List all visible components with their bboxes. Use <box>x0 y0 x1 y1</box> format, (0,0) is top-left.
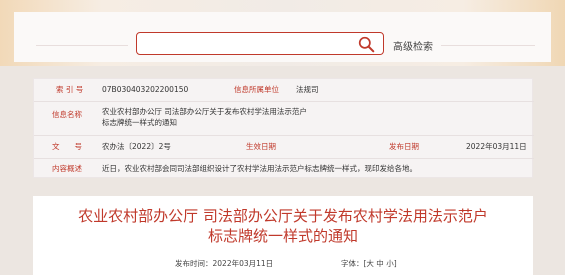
article-panel: 农业农村部办公厅 司法部办公厅关于发布农村学法用法示范户 标志牌统一样式的通知 … <box>33 196 533 275</box>
name-value-line2: 标志牌统一样式的通知 <box>102 118 177 127</box>
publish-time: 发布时间：2022年03月11日 <box>175 259 274 268</box>
article-title-line1: 农业农村部办公厅 司法部办公厅关于发布农村学法用法示范户 <box>78 207 488 225</box>
owner-value: 法规司 <box>296 85 319 94</box>
article-title-line2: 标志牌统一样式的通知 <box>207 227 358 245</box>
meta-row-index: 索 引 号 07B030403202200150 信息所属单位 法规司 <box>34 79 534 101</box>
index-value: 07B030403202200150 <box>102 85 189 94</box>
font-size-selector[interactable]: 字体：[大 中 小] <box>341 258 397 269</box>
effective-label: 生效日期 <box>246 142 276 151</box>
name-label: 信息名称 <box>52 110 82 119</box>
metadata-table: 索 引 号 07B030403202200150 信息所属单位 法规司 信息名称… <box>33 78 534 180</box>
header-divider-right <box>441 45 535 46</box>
docno-label: 文 号 <box>52 142 82 151</box>
meta-row-name: 信息名称 农业农村部办公厅 司法部办公厅关于发布农村学法用法示范户 标志牌统一样… <box>34 103 534 133</box>
meta-row-summary: 内容概述 近日，农业农村部会同司法部组织设计了农村学法用法示范户标志牌统一样式，… <box>34 158 534 180</box>
index-label: 索 引 号 <box>56 85 84 94</box>
search-icon[interactable] <box>358 36 375 53</box>
summary-value: 近日，农业农村部会同司法部组织设计了农村学法用法示范户标志牌统一样式，现印发给各… <box>102 164 417 173</box>
date-value: 2022年03月11日 <box>466 142 527 151</box>
docno-value: 农办法〔2022〕2号 <box>102 142 171 151</box>
summary-label: 内容概述 <box>52 164 82 173</box>
name-value-line1: 农业农村部办公厅 司法部办公厅关于发布农村学法用法示范户 <box>102 107 307 116</box>
date-label: 发布日期 <box>389 142 419 151</box>
search-input[interactable] <box>136 32 384 55</box>
advanced-search-link[interactable]: 高级检索 <box>393 38 433 53</box>
row-divider <box>34 101 534 102</box>
meta-row-docno: 文 号 农办法〔2022〕2号 生效日期 发布日期 2022年03月11日 <box>34 136 534 158</box>
owner-label: 信息所属单位 <box>234 85 279 94</box>
header-divider-left <box>36 45 128 46</box>
